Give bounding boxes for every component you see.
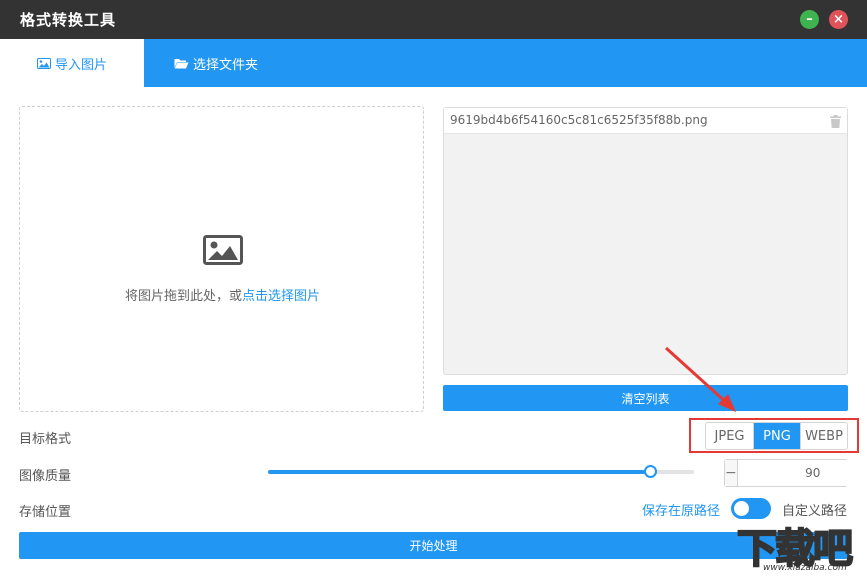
toggle-knob <box>734 501 749 516</box>
quality-slider-handle[interactable] <box>644 465 658 478</box>
tab-label: 选择文件夹 <box>192 57 258 73</box>
format-option-png[interactable]: PNG <box>753 423 800 449</box>
file-name: 9619bd4b6f54160c5c81c6525f35f88b.png <box>450 113 708 127</box>
tab-bar: 导入图片 选择文件夹 <box>0 39 867 87</box>
quality-stepper: − + <box>724 459 867 487</box>
save-original-path-option[interactable]: 保存在原路径 <box>642 500 720 519</box>
save-location-label: 存储位置 <box>19 505 72 520</box>
clear-list-button[interactable]: 清空列表 <box>443 385 848 411</box>
quality-slider-fill <box>268 470 652 474</box>
close-icon: × <box>833 12 844 27</box>
quality-label: 图像质量 <box>19 469 72 484</box>
close-button[interactable]: × <box>829 10 848 29</box>
window-title: 格式转换工具 <box>20 11 117 29</box>
target-format-label: 目标格式 <box>19 432 72 447</box>
annotation-arrow-icon <box>664 346 736 412</box>
picture-icon <box>203 235 243 269</box>
tab-label: 导入图片 <box>54 57 107 73</box>
trash-icon[interactable] <box>830 113 841 132</box>
folder-open-icon <box>174 58 189 69</box>
image-icon <box>36 57 51 69</box>
image-dropzone[interactable]: 将图片拖到此处，或点击选择图片 <box>19 106 424 412</box>
select-image-link[interactable]: 点击选择图片 <box>242 289 320 304</box>
quality-slider[interactable] <box>268 465 694 478</box>
format-option-jpeg[interactable]: JPEG <box>706 423 753 449</box>
start-processing-button[interactable]: 开始处理 <box>19 532 848 559</box>
watermark-logo: 下载吧 www.xiazaiba.com <box>733 518 867 578</box>
title-bar: 格式转换工具 – × <box>0 0 867 39</box>
tab-select-folder[interactable]: 选择文件夹 <box>144 39 288 87</box>
format-selector: JPEG PNG WEBP <box>705 422 848 450</box>
watermark-url: www.xiazaiba.com <box>763 563 847 573</box>
dropzone-hint: 将图片拖到此处，或点击选择图片 <box>20 285 425 304</box>
quality-input[interactable] <box>737 460 867 486</box>
minimize-button[interactable]: – <box>800 10 819 29</box>
file-list: 9619bd4b6f54160c5c81c6525f35f88b.png <box>443 107 848 375</box>
dropzone-hint-text: 将图片拖到此处，或 <box>124 289 242 304</box>
format-option-webp[interactable]: WEBP <box>800 423 847 449</box>
list-item[interactable]: 9619bd4b6f54160c5c81c6525f35f88b.png <box>444 108 847 134</box>
tab-import-images[interactable]: 导入图片 <box>0 39 144 87</box>
decrement-button[interactable]: − <box>725 460 738 486</box>
minus-icon: – <box>806 12 813 27</box>
